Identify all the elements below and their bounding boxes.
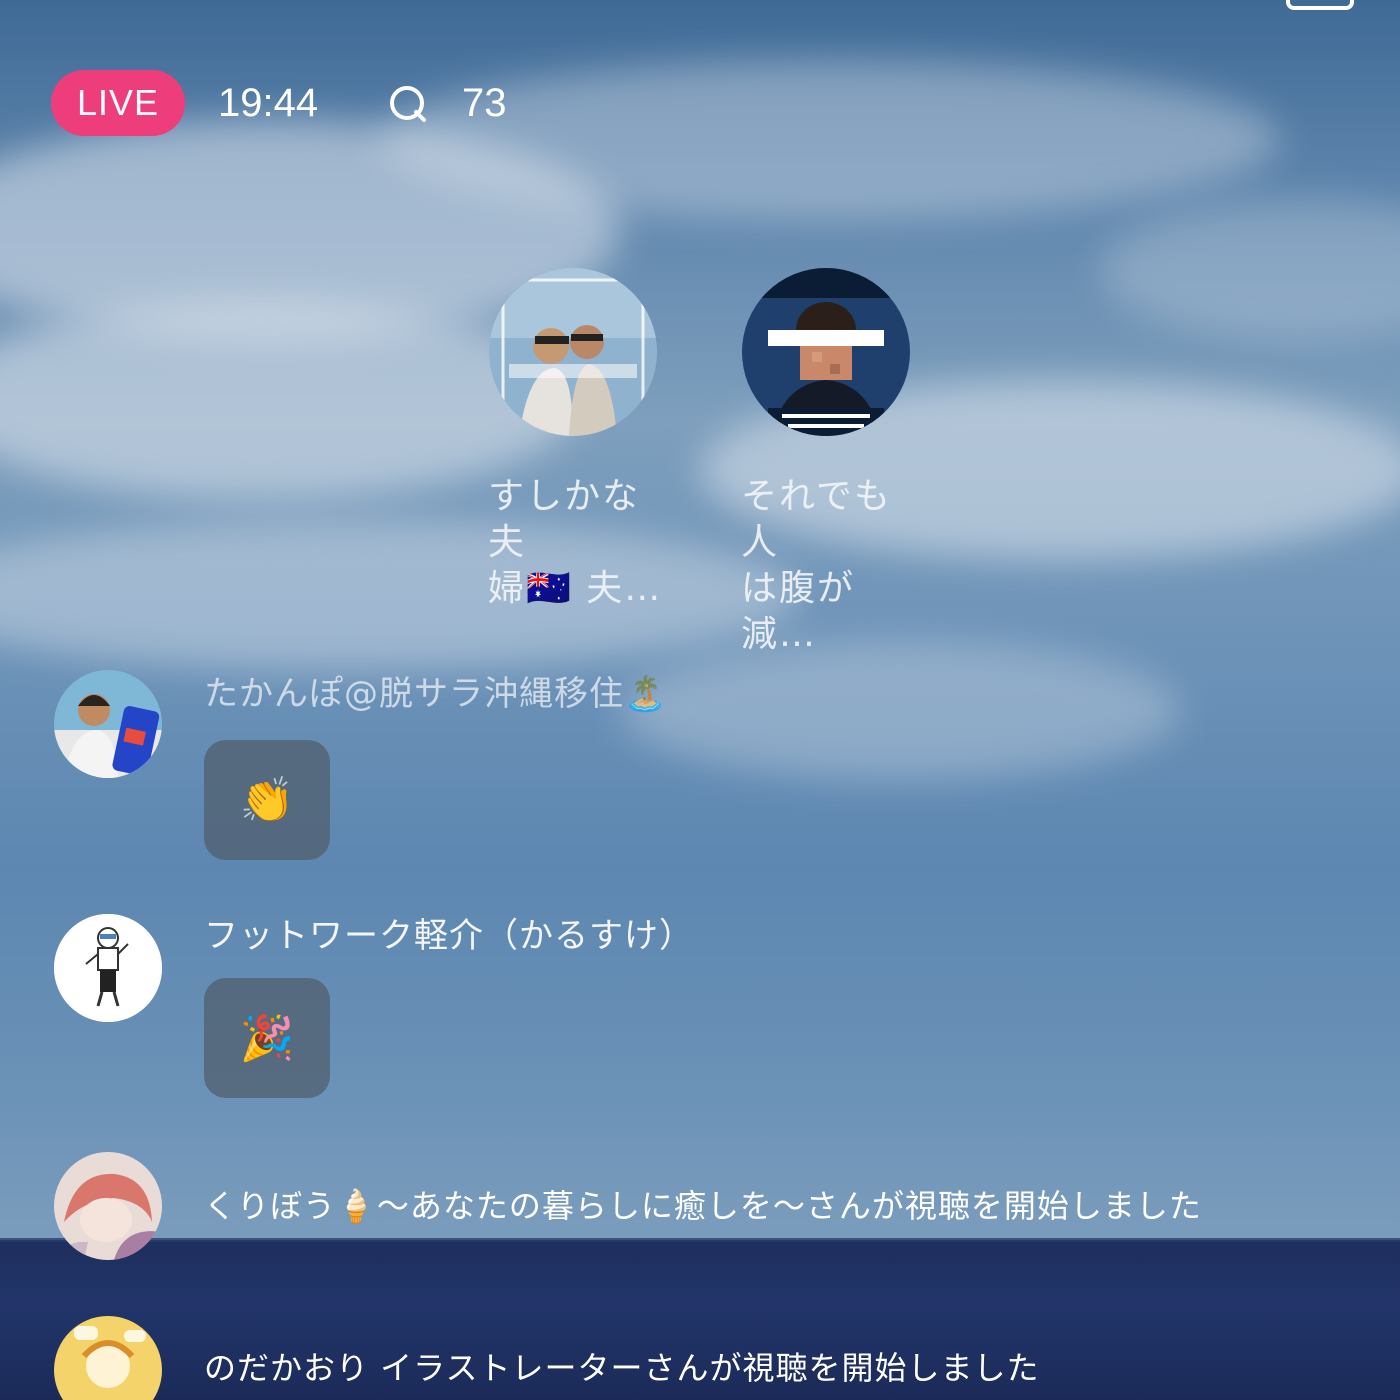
channel-name: すしかな夫 婦🇦🇺 夫… <box>478 474 668 612</box>
channel-name-line: それでも人 <box>741 476 892 563</box>
channel-name-line: は腹が減… <box>741 568 856 655</box>
avatar[interactable] <box>54 670 162 778</box>
channel-name-line: すしかな夫 <box>488 476 641 563</box>
channel-name: それでも人 は腹が減… <box>731 474 921 658</box>
cloud <box>0 520 800 670</box>
reaction-bubble: 🎉 <box>204 978 330 1098</box>
avatar[interactable] <box>54 914 162 1022</box>
chat-username: たかんぽ@脱サラ沖縄移住🏝️ <box>204 674 668 714</box>
comment-icon <box>390 86 426 122</box>
live-stream-screen: LIVE 19:44 73 すしかな夫 婦🇦🇺 夫… それでも人 は腹が減… た… <box>0 0 1400 1400</box>
join-message: のだかおり イラストレーターさんが視聴を開始しました <box>204 1349 1040 1387</box>
cloud <box>380 60 1280 220</box>
horizon-line <box>0 1238 1400 1242</box>
chat-username: フットワーク軽介（かるすけ） <box>204 916 694 956</box>
cloud <box>1100 200 1400 340</box>
close-icon[interactable] <box>1286 0 1354 10</box>
avatar[interactable] <box>54 1152 162 1260</box>
elapsed-time: 19:44 <box>218 81 319 125</box>
reaction-bubble: 👏 <box>204 740 330 860</box>
channel-card[interactable]: すしかな夫 婦🇦🇺 夫… <box>478 268 668 612</box>
channel-name-line: 婦🇦🇺 夫… <box>488 568 663 609</box>
channel-avatar <box>742 268 910 436</box>
channel-card[interactable]: それでも人 は腹が減… <box>731 268 921 658</box>
cloud <box>620 640 1180 780</box>
live-badge: LIVE <box>51 70 185 136</box>
channel-avatar <box>489 268 657 436</box>
join-message: くりぼう🍦～あなたの暮らしに癒しを～さんが視聴を開始しました <box>204 1187 1202 1225</box>
comment-count: 73 <box>462 81 507 125</box>
